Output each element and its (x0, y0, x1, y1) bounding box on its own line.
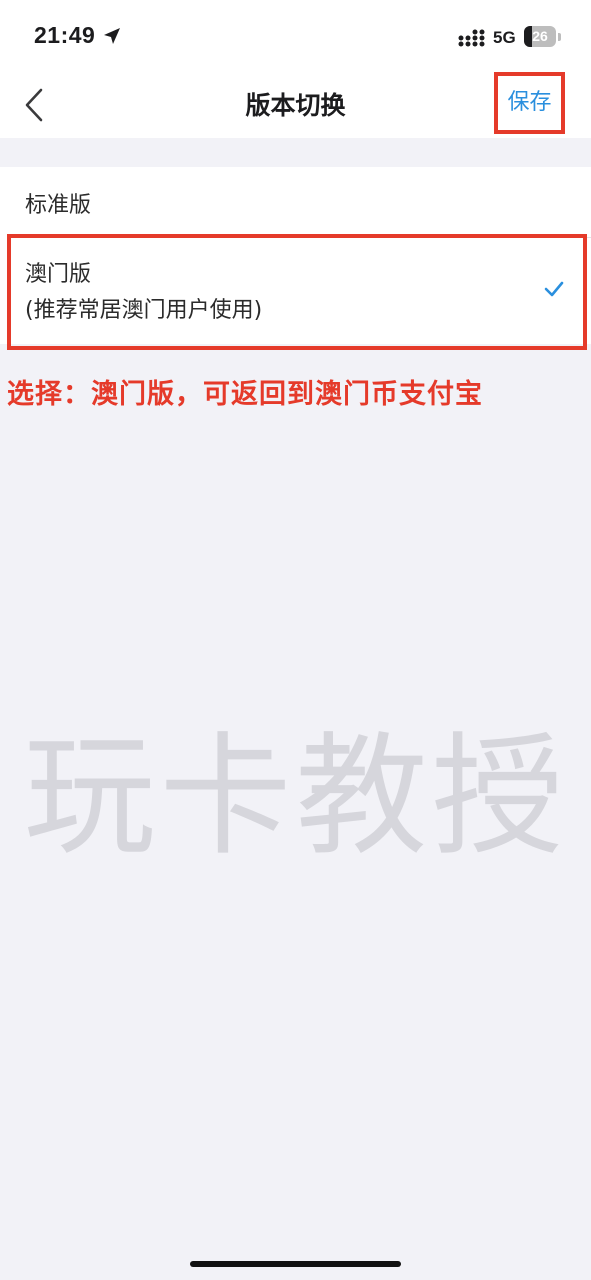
location-arrow-icon (104, 28, 120, 44)
status-time: 21:49 (34, 22, 96, 48)
option-standard[interactable]: 标准版 (0, 167, 591, 237)
battery-percent: 26 (532, 28, 548, 44)
battery-icon: 26 (524, 26, 561, 48)
macau-highlight-box (7, 234, 587, 350)
save-highlight-box: 保存 (494, 72, 565, 134)
annotation-text: 选择：澳门版，可返回到澳门币支付宝 (7, 379, 483, 410)
chevron-left-icon (25, 88, 43, 122)
home-indicator[interactable] (190, 1261, 401, 1267)
option-standard-label: 标准版 (25, 193, 92, 218)
save-button[interactable]: 保存 (498, 76, 561, 130)
back-button[interactable] (14, 82, 58, 128)
status-bar: 21:49 5G 26 (0, 0, 591, 72)
watermark: 玩卡教授 (23, 720, 568, 874)
network-type: 5G (493, 28, 516, 47)
navigation-bar: 版本切换 保存 (0, 72, 591, 138)
cellular-signal-icon (458, 29, 485, 47)
